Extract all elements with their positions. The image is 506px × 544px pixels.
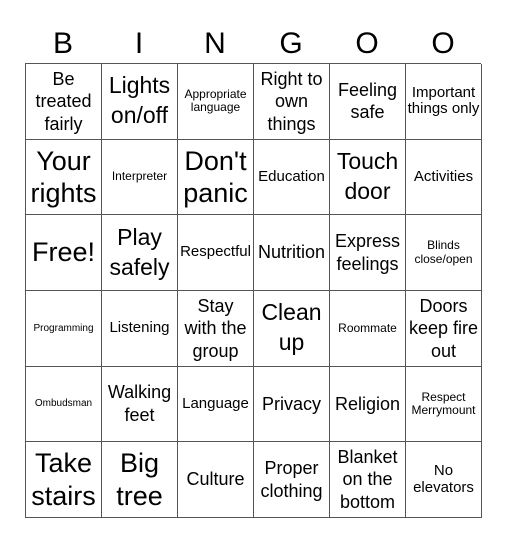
bingo-cell-text: Roommate	[338, 320, 397, 335]
bingo-cell-text: Listening	[109, 319, 170, 337]
bingo-cell-text: Right to own things	[260, 68, 323, 134]
bingo-cell-text: Big tree	[116, 448, 163, 511]
bingo-cell-text: Doors keep fire out	[408, 295, 479, 361]
bingo-cell-text: Respectful	[180, 243, 251, 261]
bingo-cell[interactable]: Walking feet	[102, 366, 178, 443]
bingo-cell-text: Privacy	[261, 393, 321, 414]
bingo-cell-text: Proper clothing	[260, 458, 323, 501]
bingo-cell-text: Free!	[31, 237, 96, 268]
header-letter: G	[279, 27, 303, 60]
header-letter: O	[355, 27, 379, 60]
bingo-cell-text: Important things only	[407, 83, 480, 118]
bingo-cell[interactable]: Blanket on the bottom	[330, 442, 406, 518]
bingo-cell[interactable]: Express feelings	[330, 215, 406, 291]
bingo-cell[interactable]: Don't panic	[178, 139, 254, 216]
bingo-cell-text: Education	[258, 167, 325, 185]
bingo-cell-text: Blanket on the bottom	[337, 446, 398, 512]
bingo-cell-text: Appropriate language	[184, 87, 247, 115]
bingo-cell-text: Stay with the group	[184, 295, 247, 361]
bingo-cell[interactable]: Important things only	[406, 64, 482, 140]
bingo-cell[interactable]: Education	[254, 139, 330, 216]
bingo-cell-text: Interpreter	[111, 169, 168, 184]
bingo-cell[interactable]: Clean up	[254, 290, 330, 367]
bingo-cell-text: No elevators	[413, 462, 474, 496]
bingo-cell[interactable]: Language	[178, 366, 254, 443]
bingo-cell-text: Walking feet	[107, 382, 172, 425]
bingo-cell[interactable]: Listening	[102, 290, 178, 367]
bingo-cell[interactable]: Activities	[406, 139, 482, 216]
bingo-cell-text: Touch door	[336, 148, 399, 204]
bingo-cell-text: Religion	[334, 393, 401, 414]
bingo-card-grid: Be treated fairly Lights on/off Appropriat…	[25, 63, 482, 518]
bingo-cell[interactable]: Free!	[26, 215, 102, 291]
bingo-cell-text: Take stairs	[31, 448, 96, 511]
bingo-cell[interactable]: Doors keep fire out	[406, 290, 482, 367]
bingo-cell-text: Nutrition	[257, 242, 326, 263]
bingo-cell-text: Your rights	[30, 145, 97, 208]
bingo-cell[interactable]: Play safely	[102, 215, 178, 291]
header-letter: O	[431, 27, 455, 60]
bingo-cell[interactable]: Ombudsman	[26, 366, 102, 443]
bingo-cell-text: Clean up	[261, 299, 322, 356]
bingo-cell[interactable]: Lights on/off	[102, 64, 178, 140]
bingo-header: BINGOO	[25, 22, 481, 66]
bingo-cell-text: Play safely	[109, 223, 170, 280]
bingo-cell[interactable]: Interpreter	[102, 139, 178, 216]
bingo-cell-text: Activities	[413, 167, 474, 185]
bingo-cell[interactable]: Religion	[330, 366, 406, 443]
bingo-cell-text: Blinds close/open	[414, 238, 473, 266]
bingo-cell[interactable]: Big tree	[102, 442, 178, 518]
bingo-cell[interactable]: Nutrition	[254, 215, 330, 291]
bingo-cell[interactable]: Touch door	[330, 139, 406, 216]
bingo-cell[interactable]: Blinds close/open	[406, 215, 482, 291]
bingo-cell[interactable]: Feeling safe	[330, 64, 406, 140]
bingo-cell-text: Don't panic	[183, 145, 248, 208]
bingo-cell-text: Respect Merrymount	[411, 389, 476, 417]
bingo-cell[interactable]: Culture	[178, 442, 254, 518]
bingo-cell[interactable]: Right to own things	[254, 64, 330, 140]
header-letter: N	[204, 27, 226, 60]
bingo-cell[interactable]: No elevators	[406, 442, 482, 518]
header-letter: I	[134, 27, 144, 60]
bingo-cell[interactable]: Proper clothing	[254, 442, 330, 518]
bingo-cell[interactable]: Privacy	[254, 366, 330, 443]
header-letter: B	[52, 27, 73, 60]
bingo-cell[interactable]: Respectful	[178, 215, 254, 291]
bingo-cell-text: Express feelings	[334, 231, 401, 274]
bingo-cell-text: Programming	[33, 322, 94, 334]
bingo-cell[interactable]: Your rights	[26, 139, 102, 216]
bingo-cell-text: Language	[182, 394, 249, 412]
bingo-cell-text: Ombudsman	[34, 398, 93, 410]
bingo-cell[interactable]: Respect Merrymount	[406, 366, 482, 443]
bingo-cell-text: Be treated fairly	[35, 68, 92, 134]
bingo-cell[interactable]: Appropriate language	[178, 64, 254, 140]
bingo-cell[interactable]: Be treated fairly	[26, 64, 102, 140]
bingo-cell-text: Lights on/off	[108, 72, 171, 129]
bingo-cell-text: Culture	[186, 469, 245, 490]
bingo-cell[interactable]: Stay with the group	[178, 290, 254, 367]
bingo-cell[interactable]: Programming	[26, 290, 102, 367]
bingo-cell[interactable]: Roommate	[330, 290, 406, 367]
bingo-cell[interactable]: Take stairs	[26, 442, 102, 518]
bingo-cell-text: Feeling safe	[337, 79, 398, 123]
